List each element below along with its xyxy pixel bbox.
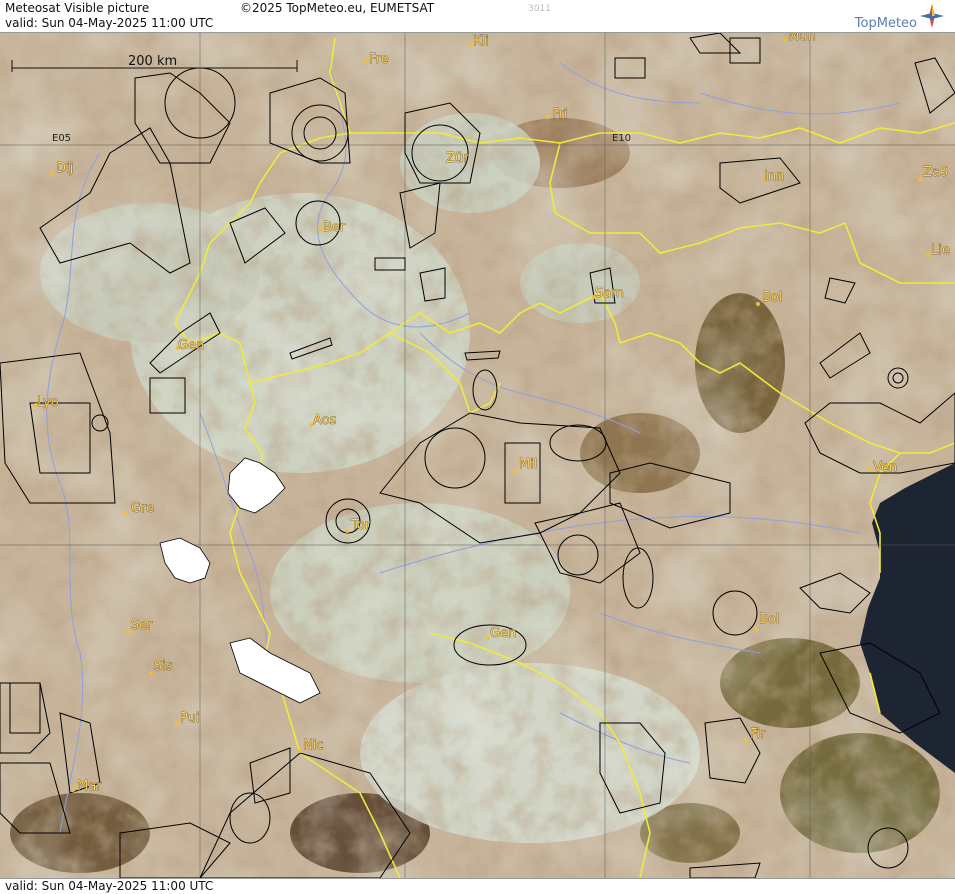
image-title: Meteosat Visible picture <box>5 1 150 15</box>
city-ven: Ven <box>873 460 897 475</box>
city-gen-geneva: Gen <box>178 338 204 353</box>
city-gre: Gre <box>131 501 154 516</box>
city-inn: Inn <box>764 169 784 184</box>
city-dij: Dij <box>56 161 73 176</box>
city-mun: Mun <box>788 33 816 44</box>
city-tor: Tor <box>350 518 371 533</box>
city-pui: Pui <box>180 711 199 726</box>
city-mar: Mar <box>77 779 102 794</box>
satellite-map[interactable]: E05 E10 N45 200 km Kli Mun Fre Fri Zür D… <box>0 33 955 878</box>
city-ser: Ser <box>131 618 153 633</box>
city-lyo: Lyo <box>37 395 59 410</box>
city-zur: Zür <box>446 151 469 166</box>
city-mil: Mil <box>519 457 537 472</box>
copyright-text: ©2025 TopMeteo.eu, EUMETSAT <box>240 1 435 15</box>
city-lie: Lie <box>931 243 950 258</box>
footer-bar: valid: Sun 04-May-2025 11:00 UTC <box>0 878 955 894</box>
topmeteo-logo[interactable]: TopMeteo <box>835 2 945 31</box>
grid-label-e05: E05 <box>52 133 71 144</box>
scale-label: 200 km <box>128 54 177 69</box>
city-bol-north: Bol <box>762 290 782 305</box>
footer-valid-time: valid: Sun 04-May-2025 11:00 UTC <box>5 879 214 893</box>
grid-label-e10: E10 <box>612 133 631 144</box>
image-code: 3011 <box>528 4 551 14</box>
logo-text: TopMeteo <box>854 16 917 31</box>
city-ber: Ber <box>323 220 346 235</box>
city-zas: ZaS <box>923 165 948 180</box>
city-fri: Fri <box>552 107 568 122</box>
city-bol-bologna: Bol <box>759 612 779 627</box>
header-bar: Meteosat Visible picture valid: Sun 04-M… <box>0 0 955 33</box>
city-sis: Sis <box>154 659 173 674</box>
city-fir: Fir <box>750 727 766 742</box>
city-fre: Fre <box>369 52 389 67</box>
valid-time: valid: Sun 04-May-2025 11:00 UTC <box>5 16 214 30</box>
grid-label-n45: N45 <box>890 533 910 544</box>
city-aos: Aos <box>313 413 337 428</box>
city-gen-genoa: Gen <box>490 626 516 641</box>
city-nic: Nic <box>303 738 323 753</box>
cloud-texture <box>0 33 955 878</box>
compass-icon <box>920 4 944 28</box>
city-kli: Kli <box>473 34 489 49</box>
city-sam: Sam <box>595 286 624 301</box>
